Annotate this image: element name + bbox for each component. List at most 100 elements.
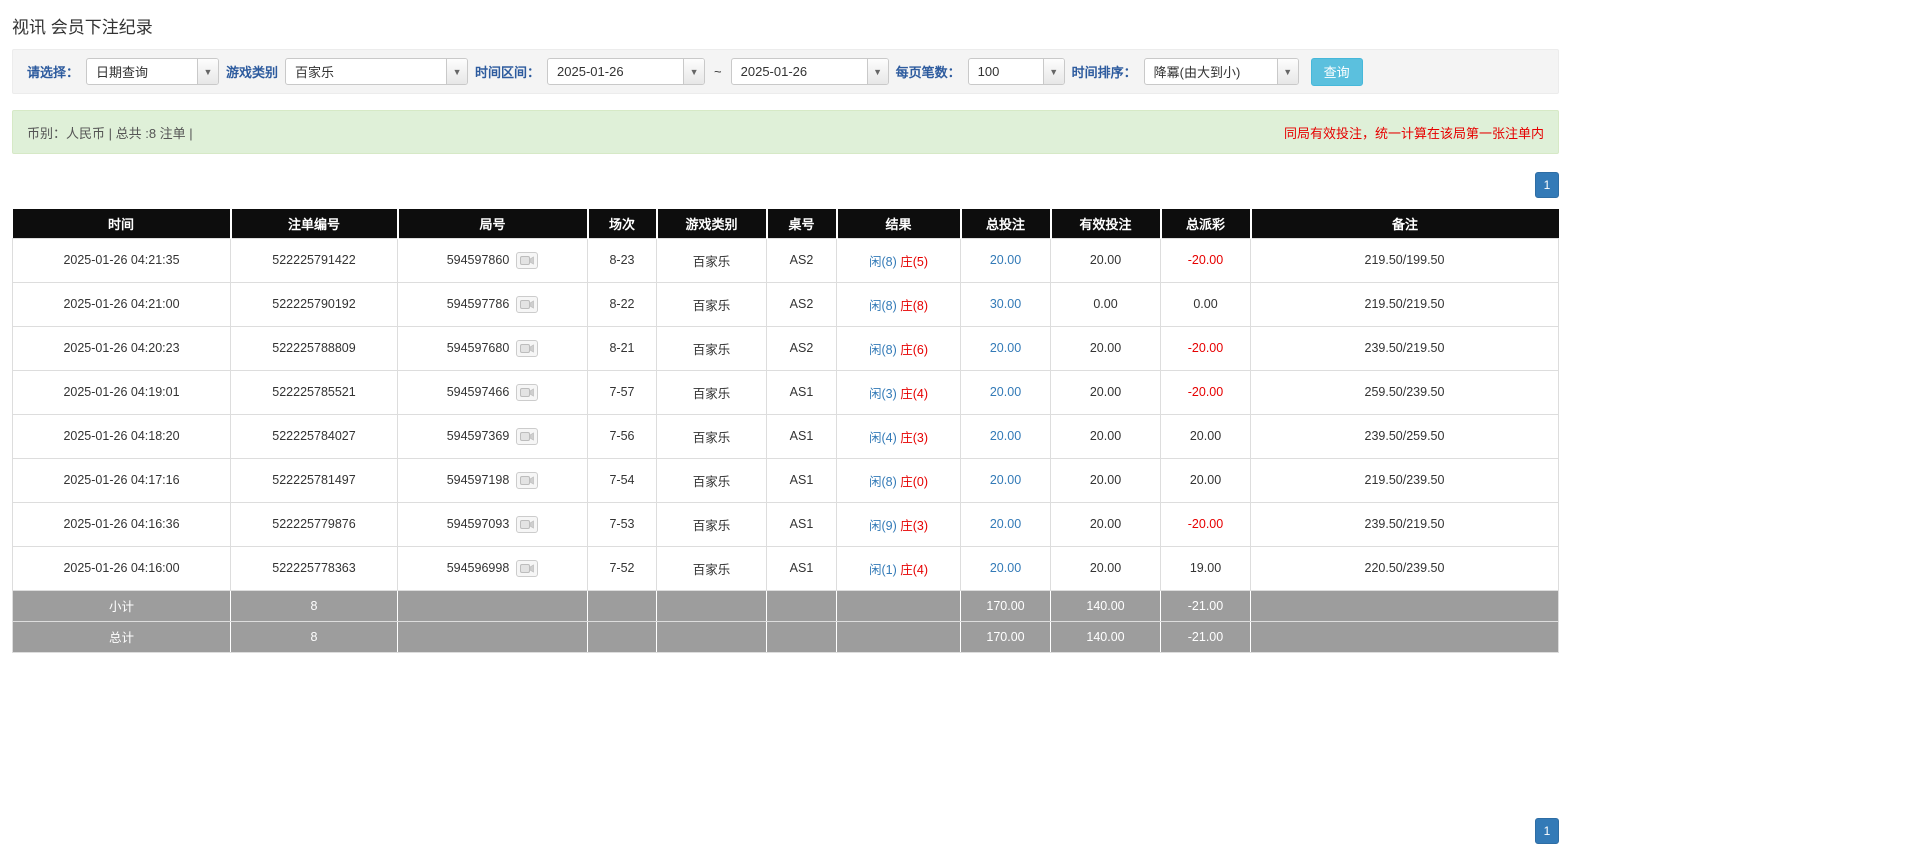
cell-session: 7-57 — [588, 370, 657, 414]
cell-session: 7-52 — [588, 546, 657, 590]
cell-time: 2025-01-26 04:21:35 — [13, 238, 231, 282]
game-type-select[interactable]: 百家乐 ▼ — [285, 58, 468, 85]
sort-order-select[interactable]: 降冪(由大到小) ▼ — [1144, 58, 1299, 85]
result-player: 闲(8) — [869, 475, 897, 489]
summary-payout: -21.00 — [1161, 621, 1251, 652]
result-banker: 庄(3) — [900, 519, 928, 533]
query-type-select[interactable]: 日期查询 ▼ — [86, 58, 219, 85]
cell-round-id: 594597466 — [398, 370, 588, 414]
cell-game-type: 百家乐 — [657, 326, 767, 370]
video-replay-icon[interactable] — [516, 472, 538, 489]
date-to-value[interactable]: 2025-01-26 — [732, 59, 867, 84]
video-replay-icon[interactable] — [516, 296, 538, 313]
filter-bar: 请选择： 日期查询 ▼ 游戏类别 百家乐 ▼ 时间区间： 2025-01-26 … — [12, 49, 1559, 94]
search-button[interactable]: 查询 — [1311, 58, 1363, 86]
chevron-down-icon[interactable]: ▼ — [197, 59, 218, 84]
cell-round-id: 594596998 — [398, 546, 588, 590]
video-replay-icon[interactable] — [516, 384, 538, 401]
header-round-id: 局号 — [398, 209, 588, 238]
table-row: 2025-01-26 04:16:00522225778363594596998… — [13, 546, 1559, 590]
page-1-button[interactable]: 1 — [1535, 172, 1559, 198]
header-valid-bet: 有效投注 — [1051, 209, 1161, 238]
cell-total-bet[interactable]: 20.00 — [961, 458, 1051, 502]
cell-time: 2025-01-26 04:20:23 — [13, 326, 231, 370]
cell-total-bet[interactable]: 20.00 — [961, 414, 1051, 458]
cell-note: 219.50/239.50 — [1251, 458, 1559, 502]
cell-bet-id: 522225790192 — [231, 282, 398, 326]
cell-note: 239.50/219.50 — [1251, 502, 1559, 546]
summary-empty-cell — [588, 621, 657, 652]
cell-result: 闲(8) 庄(0) — [837, 458, 961, 502]
summary-empty-cell — [657, 621, 767, 652]
page-size-value[interactable]: 100 — [969, 59, 1043, 84]
video-replay-icon[interactable] — [516, 252, 538, 269]
chevron-down-icon[interactable]: ▼ — [1277, 59, 1298, 84]
cell-valid-bet: 20.00 — [1051, 326, 1161, 370]
result-player: 闲(1) — [869, 563, 897, 577]
cell-result: 闲(4) 庄(3) — [837, 414, 961, 458]
cell-total-bet[interactable]: 20.00 — [961, 546, 1051, 590]
query-type-label: 请选择： — [27, 62, 79, 81]
table-row: 2025-01-26 04:17:16522225781497594597198… — [13, 458, 1559, 502]
round-id-wrap: 594597860 — [447, 252, 539, 269]
cell-total-bet[interactable]: 20.00 — [961, 502, 1051, 546]
summary-empty-cell — [398, 590, 588, 621]
date-from-value[interactable]: 2025-01-26 — [548, 59, 683, 84]
chevron-down-icon[interactable]: ▼ — [683, 59, 704, 84]
cell-total-bet[interactable]: 20.00 — [961, 238, 1051, 282]
bottom-pagination: 1 — [1535, 818, 1559, 844]
cell-bet-id: 522225785521 — [231, 370, 398, 414]
cell-bet-id: 522225781497 — [231, 458, 398, 502]
result-banker: 庄(0) — [900, 475, 928, 489]
round-id-value: 594597786 — [447, 297, 510, 311]
game-type-value[interactable]: 百家乐 — [286, 59, 446, 84]
header-time: 时间 — [13, 209, 231, 238]
round-id-wrap: 594597680 — [447, 340, 539, 357]
page-1-button[interactable]: 1 — [1535, 818, 1559, 844]
cell-time: 2025-01-26 04:18:20 — [13, 414, 231, 458]
video-replay-icon[interactable] — [516, 340, 538, 357]
cell-result: 闲(3) 庄(4) — [837, 370, 961, 414]
header-result: 结果 — [837, 209, 961, 238]
cell-note: 259.50/239.50 — [1251, 370, 1559, 414]
cell-session: 8-21 — [588, 326, 657, 370]
cell-table-no: AS1 — [767, 370, 837, 414]
cell-session: 7-56 — [588, 414, 657, 458]
top-pagination: 1 — [12, 172, 1559, 198]
sort-order-value[interactable]: 降冪(由大到小) — [1145, 59, 1277, 84]
cell-result: 闲(8) 庄(8) — [837, 282, 961, 326]
table-row: 2025-01-26 04:21:00522225790192594597786… — [13, 282, 1559, 326]
video-replay-icon[interactable] — [516, 428, 538, 445]
cell-round-id: 594597860 — [398, 238, 588, 282]
table-row: 2025-01-26 04:19:01522225785521594597466… — [13, 370, 1559, 414]
cell-total-bet[interactable]: 20.00 — [961, 370, 1051, 414]
cell-table-no: AS2 — [767, 238, 837, 282]
cell-result: 闲(1) 庄(4) — [837, 546, 961, 590]
sort-order-label: 时间排序： — [1072, 62, 1137, 81]
result-player: 闲(4) — [869, 431, 897, 445]
bet-records-table: 时间 注单编号 局号 场次 游戏类别 桌号 结果 总投注 有效投注 总派彩 备注… — [12, 209, 1559, 653]
page-size-select[interactable]: 100 ▼ — [968, 58, 1065, 85]
cell-payout: 20.00 — [1161, 414, 1251, 458]
chevron-down-icon[interactable]: ▼ — [1043, 59, 1064, 84]
cell-total-bet[interactable]: 30.00 — [961, 282, 1051, 326]
date-to-select[interactable]: 2025-01-26 ▼ — [731, 58, 889, 85]
table-row: 2025-01-26 04:16:36522225779876594597093… — [13, 502, 1559, 546]
cell-result: 闲(9) 庄(3) — [837, 502, 961, 546]
video-replay-icon[interactable] — [516, 516, 538, 533]
page-title: 视讯 会员下注纪录 — [12, 0, 1559, 49]
video-replay-icon[interactable] — [516, 560, 538, 577]
chevron-down-icon[interactable]: ▼ — [446, 59, 467, 84]
summary-count: 8 — [231, 590, 398, 621]
query-type-value[interactable]: 日期查询 — [87, 59, 197, 84]
summary-count: 8 — [231, 621, 398, 652]
round-id-wrap: 594597198 — [447, 472, 539, 489]
cell-total-bet[interactable]: 20.00 — [961, 326, 1051, 370]
table-header: 时间 注单编号 局号 场次 游戏类别 桌号 结果 总投注 有效投注 总派彩 备注 — [13, 209, 1559, 238]
chevron-down-icon[interactable]: ▼ — [867, 59, 888, 84]
summary-label: 总计 — [13, 621, 231, 652]
cell-game-type: 百家乐 — [657, 546, 767, 590]
summary-empty-cell — [767, 590, 837, 621]
summary-label: 小计 — [13, 590, 231, 621]
date-from-select[interactable]: 2025-01-26 ▼ — [547, 58, 705, 85]
